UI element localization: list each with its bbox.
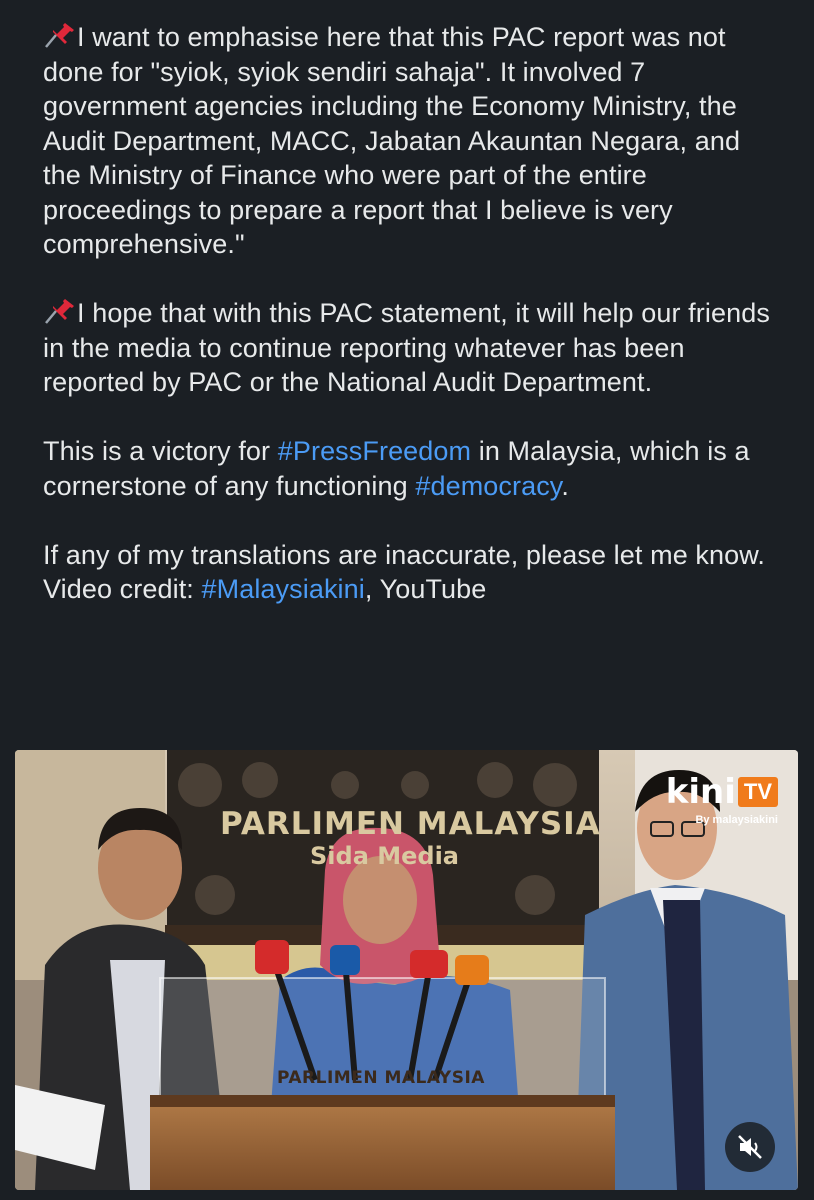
video-credit-suffix: , YouTube — [364, 574, 487, 604]
paragraph-1-text: I want to emphasise here that this PAC r… — [43, 22, 741, 259]
podium-label: PARLIMEN MALAYSIA — [277, 1068, 485, 1088]
logo-byline: By malaysiakini — [695, 814, 778, 826]
paragraph-4: If any of my translations are inaccurate… — [43, 539, 765, 570]
backdrop-subtitle: Sida Media — [310, 842, 460, 870]
pushpin-icon — [43, 297, 77, 325]
paragraph-2: I hope that with this PAC statement, it … — [43, 296, 783, 400]
kinitv-logo: kini TV By malaysiakini — [666, 772, 778, 826]
hashtag-democracy-link[interactable]: #democracy — [415, 471, 561, 501]
paragraph-1: I want to emphasise here that this PAC r… — [43, 20, 783, 262]
backdrop-title: PARLIMEN MALAYSIA — [220, 806, 601, 842]
video-credit-prefix: Video credit: — [43, 574, 202, 604]
pushpin-icon — [43, 21, 77, 49]
mute-button[interactable] — [725, 1122, 775, 1172]
post-body: I want to emphasise here that this PAC r… — [43, 20, 783, 607]
logo-kini-text: kini — [665, 772, 736, 812]
speaker-muted-icon — [738, 1135, 762, 1159]
paragraph-3-suffix: . — [561, 470, 570, 501]
hashtag-malaysiakini-link[interactable]: #Malaysiakini — [202, 574, 365, 604]
paragraph-3: This is a victory for #PressFreedom in M… — [43, 434, 783, 503]
logo-tv-badge: TV — [737, 777, 778, 807]
video-credit: Video credit: #Malaysiakini, YouTube — [43, 572, 783, 607]
embedded-video[interactable]: PARLIMEN MALAYSIA Sida Media PARLIMEN MA… — [15, 750, 798, 1190]
paragraph-3-prefix: This is a victory for — [43, 436, 278, 466]
hashtag-pressfreedom-link[interactable]: #PressFreedom — [278, 436, 471, 466]
paragraph-2-text: I hope that with this PAC statement, it … — [43, 298, 770, 397]
